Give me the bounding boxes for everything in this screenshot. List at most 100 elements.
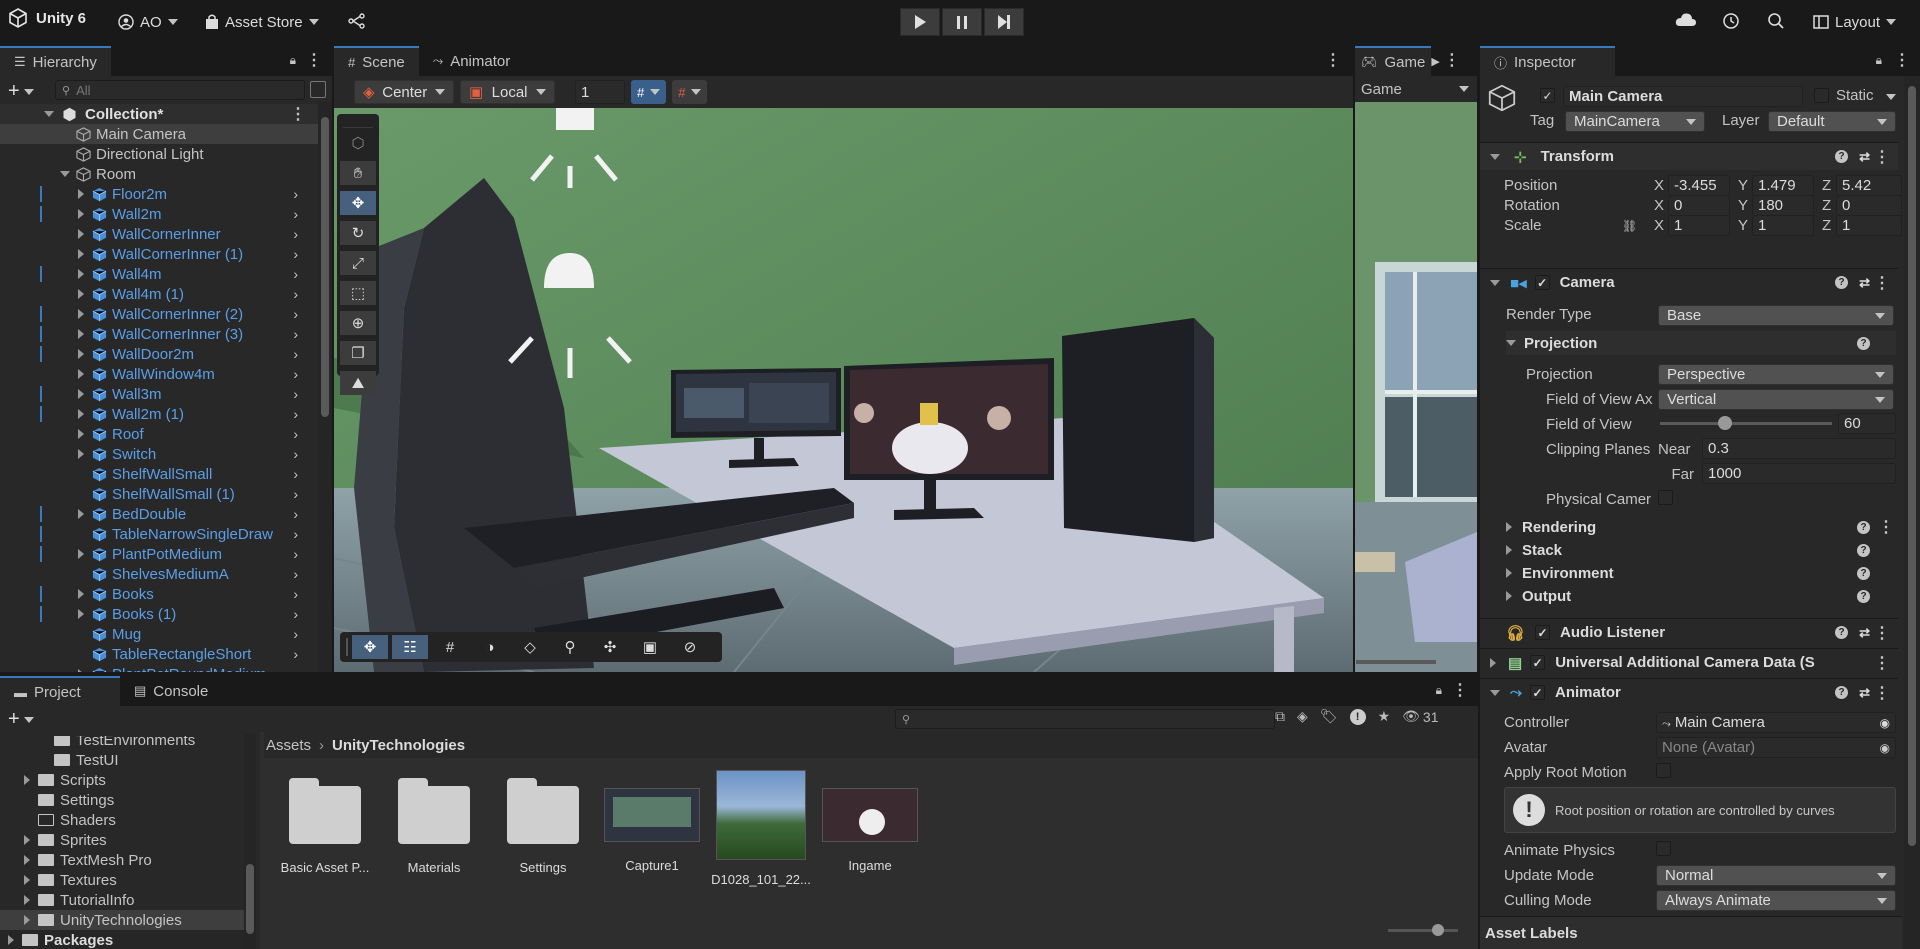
expand-icon[interactable] bbox=[24, 775, 30, 785]
chevron-right-icon[interactable]: › bbox=[293, 466, 298, 482]
avatar-field[interactable]: None (Avatar) ◉ bbox=[1656, 737, 1896, 758]
tree-item[interactable]: Textures bbox=[0, 870, 250, 890]
tree-item[interactable]: TestEnvironments bbox=[0, 736, 250, 750]
camera-icon[interactable]: ▣ bbox=[632, 635, 668, 659]
list-item[interactable]: PlantPotRoundMedium › bbox=[0, 664, 318, 672]
more-icon[interactable]: ⋮ bbox=[1444, 50, 1460, 70]
tab-project[interactable]: ▬ Project bbox=[0, 676, 120, 706]
expand-icon[interactable] bbox=[78, 389, 84, 399]
scrollbar-thumb[interactable] bbox=[321, 117, 329, 417]
view-cube-icon[interactable]: ⬡ bbox=[340, 131, 376, 155]
help-icon[interactable]: ? bbox=[1857, 520, 1870, 534]
expand-icon[interactable] bbox=[78, 329, 84, 339]
chevron-right-icon[interactable]: › bbox=[293, 626, 298, 642]
scale-x-field[interactable]: 1 bbox=[1668, 215, 1730, 236]
expand-icon[interactable] bbox=[60, 171, 70, 177]
list-item[interactable]: Wall4m › bbox=[0, 264, 318, 284]
help-icon[interactable]: ? bbox=[1835, 276, 1848, 289]
fov-field[interactable]: 60 bbox=[1838, 413, 1896, 434]
expand-icon[interactable] bbox=[78, 669, 84, 672]
tree-item[interactable]: TutorialInfo bbox=[0, 890, 250, 910]
transform-header[interactable]: ⊹ Transform ? ⇄ ⋮ bbox=[1480, 142, 1898, 170]
icon-size-slider[interactable] bbox=[1388, 924, 1458, 936]
tag-dropdown[interactable]: MainCamera bbox=[1565, 111, 1705, 132]
palette-grip[interactable] bbox=[343, 114, 373, 128]
move-tool-icon[interactable]: ✥ bbox=[340, 191, 376, 215]
expand-icon[interactable] bbox=[1506, 591, 1512, 601]
tree-item[interactable]: TextMesh Pro bbox=[0, 850, 250, 870]
list-item[interactable]: WallCornerInner (1) › bbox=[0, 244, 318, 264]
breadcrumb-current[interactable]: UnityTechnologies bbox=[332, 737, 465, 754]
list-item[interactable]: Room bbox=[0, 164, 318, 184]
list-item[interactable]: Switch › bbox=[0, 444, 318, 464]
urp-camera-data-header[interactable]: ▤ ✓ Universal Additional Camera Data (S … bbox=[1480, 648, 1898, 676]
grid-icon[interactable]: # bbox=[432, 635, 468, 659]
axis-z-label[interactable]: Z bbox=[1822, 197, 1831, 214]
expand-icon[interactable] bbox=[24, 915, 30, 925]
help-icon[interactable]: ? bbox=[1857, 543, 1870, 557]
fov-slider[interactable] bbox=[1660, 416, 1832, 430]
controller-field[interactable]: ⤳ Main Camera ◉ bbox=[1656, 712, 1896, 733]
chevron-right-icon[interactable]: › bbox=[293, 286, 298, 302]
chevron-right-icon[interactable]: › bbox=[293, 346, 298, 362]
camera-section-rendering[interactable]: Rendering? ⋮ bbox=[1506, 516, 1896, 538]
more-icon[interactable]: ⋮ bbox=[1878, 517, 1894, 537]
list-item[interactable]: WallCornerInner (2) › bbox=[0, 304, 318, 324]
expand-icon[interactable] bbox=[78, 349, 84, 359]
object-picker-icon[interactable]: ◉ bbox=[1880, 716, 1890, 730]
inspector-scrollbar[interactable] bbox=[1904, 76, 1920, 949]
tree-item[interactable]: Packages bbox=[0, 930, 250, 949]
history-icon[interactable] bbox=[1722, 12, 1740, 30]
list-item[interactable]: TableNarrowSingleDraw › bbox=[0, 524, 318, 544]
list-item[interactable]: Wall3m › bbox=[0, 384, 318, 404]
static-dropdown-icon[interactable] bbox=[1886, 94, 1896, 100]
projection-section[interactable]: Projection ? bbox=[1506, 331, 1896, 355]
far-field[interactable]: 1000 bbox=[1702, 463, 1896, 484]
physical-camera-checkbox[interactable] bbox=[1658, 490, 1673, 505]
list-item[interactable]: Directional Light bbox=[0, 144, 318, 164]
root-motion-checkbox[interactable] bbox=[1656, 763, 1671, 778]
list-item[interactable]: Wall2m (1) › bbox=[0, 404, 318, 424]
tab-inspector[interactable]: ⓘ Inspector bbox=[1480, 46, 1615, 76]
expand-icon[interactable] bbox=[78, 589, 84, 599]
expand-icon[interactable] bbox=[78, 609, 84, 619]
expand-icon[interactable] bbox=[78, 509, 84, 519]
expand-icon[interactable] bbox=[78, 409, 84, 419]
projection-dropdown[interactable]: Perspective bbox=[1658, 364, 1894, 385]
game-display-dropdown[interactable]: Game bbox=[1355, 76, 1477, 102]
preset-icon[interactable]: ⇄ bbox=[1859, 275, 1870, 291]
camera-header[interactable]: ■◂ ✓ Camera ? ⇄ ⋮ bbox=[1480, 268, 1898, 296]
layer-dropdown[interactable]: Default bbox=[1768, 111, 1896, 132]
expand-icon[interactable] bbox=[78, 229, 84, 239]
chevron-right-icon[interactable]: › bbox=[293, 366, 298, 382]
more-icon[interactable]: ⋮ bbox=[306, 50, 322, 70]
move-icon[interactable]: ✥ bbox=[352, 635, 388, 659]
more-icon[interactable]: ⋮ bbox=[1874, 623, 1890, 643]
scale-tool-icon[interactable]: ⤢ bbox=[340, 251, 376, 275]
create-button[interactable]: + bbox=[8, 80, 34, 103]
collapse-icon[interactable] bbox=[1490, 279, 1500, 286]
pan-icon[interactable]: ✣ bbox=[592, 635, 628, 659]
preset-icon[interactable]: ⇄ bbox=[1859, 685, 1870, 701]
list-item[interactable]: Mug › bbox=[0, 624, 318, 644]
collapse-icon[interactable] bbox=[1490, 153, 1500, 160]
list-item[interactable]: WallWindow4m › bbox=[0, 364, 318, 384]
expand-icon[interactable] bbox=[78, 269, 84, 279]
chevron-right-icon[interactable]: › bbox=[293, 666, 298, 672]
project-search-input[interactable]: ⚲ bbox=[895, 709, 1275, 729]
link-off-icon[interactable]: ⛓︎ bbox=[1622, 219, 1637, 233]
expand-icon[interactable] bbox=[1490, 657, 1496, 668]
list-item[interactable]: Wall2m › bbox=[0, 204, 318, 224]
transform-tool-icon[interactable]: ⊕ bbox=[340, 311, 376, 335]
tab-animator[interactable]: ⤳ Animator bbox=[419, 46, 524, 76]
scene-viewport[interactable]: ⬡ ✋︎ ✥ ↻ ⤢ ⬚ ⊕ ❐ ⛰︎ ✥ ☷ # ◑ ◇ ⚲ ✣ ▣ ⊘ bbox=[334, 108, 1353, 672]
list-item[interactable]: ShelfWallSmall › bbox=[0, 464, 318, 484]
pause-button[interactable] bbox=[942, 8, 982, 36]
expand-icon[interactable] bbox=[24, 835, 30, 845]
tab-hierarchy[interactable]: ☰ Hierarchy bbox=[0, 46, 111, 76]
breadcrumb-root[interactable]: Assets bbox=[266, 737, 311, 754]
hierarchy-search-input[interactable]: ⚲ All bbox=[55, 80, 305, 100]
expand-icon[interactable] bbox=[24, 895, 30, 905]
list-item[interactable]: TableRectangleShort › bbox=[0, 644, 318, 664]
render-type-dropdown[interactable]: Base bbox=[1658, 305, 1894, 326]
